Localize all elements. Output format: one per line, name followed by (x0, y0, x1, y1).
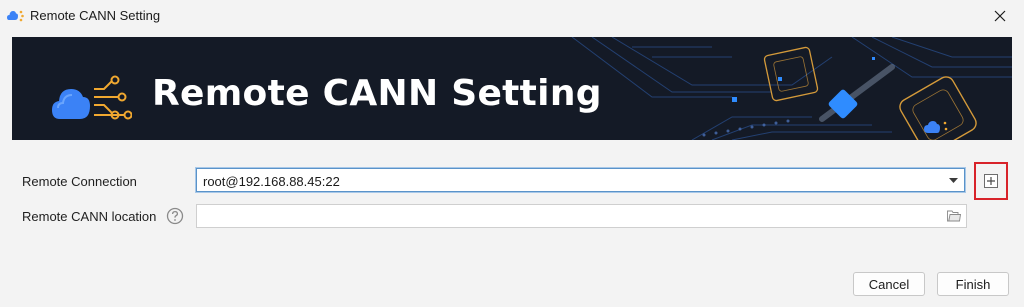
remote-connection-value: root@192.168.88.45:22 (203, 174, 340, 189)
remote-connection-label: Remote Connection (22, 174, 137, 189)
banner-title: Remote CANN Setting (152, 73, 602, 114)
close-icon (994, 10, 1006, 22)
highlight-frame (974, 162, 1008, 200)
folder-icon[interactable] (947, 210, 961, 222)
title-bar: Remote CANN Setting (0, 0, 1024, 32)
remote-cann-location-input[interactable] (201, 207, 935, 227)
question-circle-icon[interactable] (166, 207, 184, 225)
plus-square-icon[interactable] (984, 174, 998, 188)
remote-cann-location-field (196, 204, 967, 228)
close-button[interactable] (984, 0, 1016, 32)
window-title: Remote CANN Setting (30, 8, 161, 23)
remote-cann-location-label: Remote CANN location (22, 209, 157, 224)
header-banner: Remote CANN Setting (12, 37, 1012, 140)
remote-connection-select[interactable]: root@192.168.88.45:22 (196, 168, 965, 192)
finish-button[interactable]: Finish (937, 272, 1009, 296)
cann-logo-icon (52, 75, 132, 120)
cancel-button[interactable]: Cancel (853, 272, 925, 296)
cloud-network-icon (7, 8, 25, 22)
chevron-down-icon (949, 178, 958, 183)
